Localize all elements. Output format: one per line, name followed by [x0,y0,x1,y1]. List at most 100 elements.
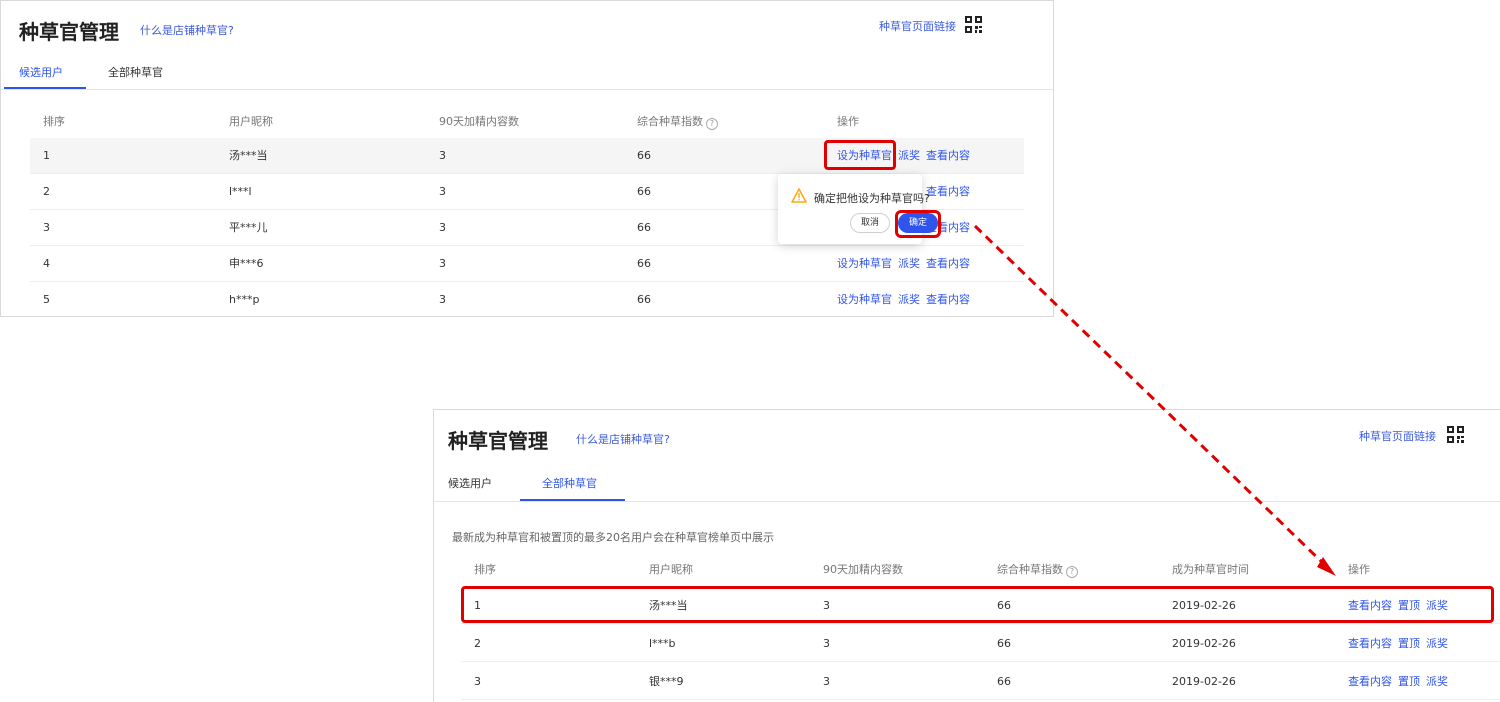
column-header-index: 综合种草指数? [637,113,718,130]
view-content-button[interactable]: 查看内容 [1348,599,1392,612]
award-button[interactable]: 派奖 [898,257,920,270]
cancel-button[interactable]: 取消 [850,213,890,233]
column-header-index: 综合种草指数? [997,561,1078,578]
award-button[interactable]: 派奖 [898,149,920,162]
nickname-cell: 平***儿 [229,221,268,234]
tab-all-ambassadors[interactable]: 全部种草官 [108,64,163,80]
nickname-cell: h***p [229,293,260,306]
tab-candidate-users[interactable]: 候选用户 [448,475,492,491]
column-header-actions: 操作 [837,115,859,128]
index-cell: 66 [997,675,1011,688]
content-count-cell: 3 [823,675,830,688]
page-link[interactable]: 种草官页面链接 [879,18,956,34]
page-title: 种草官管理 [448,429,548,453]
table-row: 3 银***9 3 66 2019-02-26 查看内容 置顶 派奖 [461,664,1500,700]
warning-icon [791,188,807,203]
table-row: 1 汤***当 3 66 设为种草官 派奖 查看内容 [30,138,1024,174]
content-count-cell: 3 [439,221,446,234]
rank-cell: 3 [474,675,481,688]
content-count-cell: 3 [439,257,446,270]
view-content-button[interactable]: 查看内容 [926,185,970,198]
question-circle-icon[interactable]: ? [706,118,718,130]
help-link[interactable]: 什么是店铺种草官? [140,22,234,38]
pin-button[interactable]: 置顶 [1398,637,1420,650]
set-ambassador-button[interactable]: 设为种草官 [837,149,892,162]
row-actions: 设为种草官派奖查看内容 [837,246,976,282]
all-ambassadors-panel: 种草官管理 什么是店铺种草官? 种草官页面链接 候选用户 全部种草官 最新成为种… [433,409,1500,702]
row-actions: 设为种草官派奖查看内容 [837,138,976,174]
column-header-rank: 排序 [43,115,65,128]
award-button[interactable]: 派奖 [1426,599,1448,612]
rank-cell: 1 [43,149,50,162]
content-count-cell: 3 [439,293,446,306]
row-actions: 查看内容 置顶 派奖 [1348,626,1454,662]
rank-cell: 3 [43,221,50,234]
column-header-content-count: 90天加精内容数 [823,563,903,576]
view-content-button[interactable]: 查看内容 [926,257,970,270]
award-button[interactable]: 派奖 [898,293,920,306]
confirm-popover: 确定把他设为种草官吗? 取消 确定 [778,174,938,244]
table-row: 4 申***6 3 66 设为种草官 派奖 查看内容 [30,246,1024,282]
set-ambassador-button[interactable]: 设为种草官 [837,257,892,270]
index-cell: 66 [637,149,651,162]
content-count-cell: 3 [439,149,446,162]
nickname-cell: 申***6 [229,257,264,270]
index-cell: 66 [997,599,1011,612]
column-header-index-label: 综合种草指数 [637,115,703,128]
question-circle-icon[interactable]: ? [1066,566,1078,578]
column-header-became-date: 成为种草官时间 [1172,563,1249,576]
page-title: 种草官管理 [19,20,119,44]
rank-cell: 5 [43,293,50,306]
column-header-index-label: 综合种草指数 [997,563,1063,576]
column-header-actions: 操作 [1348,563,1370,576]
tab-candidate-users[interactable]: 候选用户 [19,64,63,80]
column-header-nickname: 用户昵称 [649,563,693,576]
ranking-notice: 最新成为种草官和被置顶的最多20名用户会在种草官榜单页中展示 [452,531,774,544]
row-actions: 查看内容 置顶 派奖 [1348,664,1454,700]
award-button[interactable]: 派奖 [1426,675,1448,688]
help-link[interactable]: 什么是店铺种草官? [576,431,670,447]
nickname-cell: l***b [649,637,676,650]
award-button[interactable]: 派奖 [1426,637,1448,650]
pin-button[interactable]: 置顶 [1398,599,1420,612]
index-cell: 66 [997,637,1011,650]
index-cell: 66 [637,221,651,234]
view-content-button[interactable]: 查看内容 [926,293,970,306]
tabs-divider [434,501,1500,502]
tabs-divider [1,89,1053,90]
content-count-cell: 3 [823,599,830,612]
became-date-cell: 2019-02-26 [1172,599,1236,612]
rank-cell: 2 [43,185,50,198]
row-actions: 查看内容 置顶 派奖 [1348,588,1454,624]
index-cell: 66 [637,293,651,306]
qr-code-icon[interactable] [965,16,982,33]
confirm-message: 确定把他设为种草官吗? [814,192,930,205]
became-date-cell: 2019-02-26 [1172,637,1236,650]
nickname-cell: 汤***当 [649,599,688,612]
column-header-content-count: 90天加精内容数 [439,115,519,128]
table-row: 5 h***p 3 66 设为种草官 派奖 查看内容 [30,282,1024,316]
became-date-cell: 2019-02-26 [1172,675,1236,688]
page-link[interactable]: 种草官页面链接 [1359,428,1436,444]
table-row: 1 汤***当 3 66 2019-02-26 查看内容 置顶 派奖 [461,588,1500,624]
pin-button[interactable]: 置顶 [1398,675,1420,688]
confirm-button[interactable]: 确定 [898,213,938,233]
table-row: 2 l***b 3 66 2019-02-26 查看内容 置顶 派奖 [461,626,1500,662]
column-header-rank: 排序 [474,563,496,576]
rank-cell: 4 [43,257,50,270]
view-content-button[interactable]: 查看内容 [926,149,970,162]
view-content-button[interactable]: 查看内容 [1348,675,1392,688]
content-count-cell: 3 [823,637,830,650]
set-ambassador-button[interactable]: 设为种草官 [837,293,892,306]
index-cell: 66 [637,257,651,270]
row-actions: 设为种草官派奖查看内容 [837,282,976,316]
tab-all-ambassadors[interactable]: 全部种草官 [542,475,597,491]
nickname-cell: 汤***当 [229,149,268,162]
qr-code-icon[interactable] [1447,426,1464,443]
view-content-button[interactable]: 查看内容 [1348,637,1392,650]
candidate-users-panel: 种草官管理 什么是店铺种草官? 种草官页面链接 候选用户 全部种草官 排序 用户… [0,0,1054,317]
rank-cell: 1 [474,599,481,612]
nickname-cell: 银***9 [649,675,684,688]
index-cell: 66 [637,185,651,198]
content-count-cell: 3 [439,185,446,198]
